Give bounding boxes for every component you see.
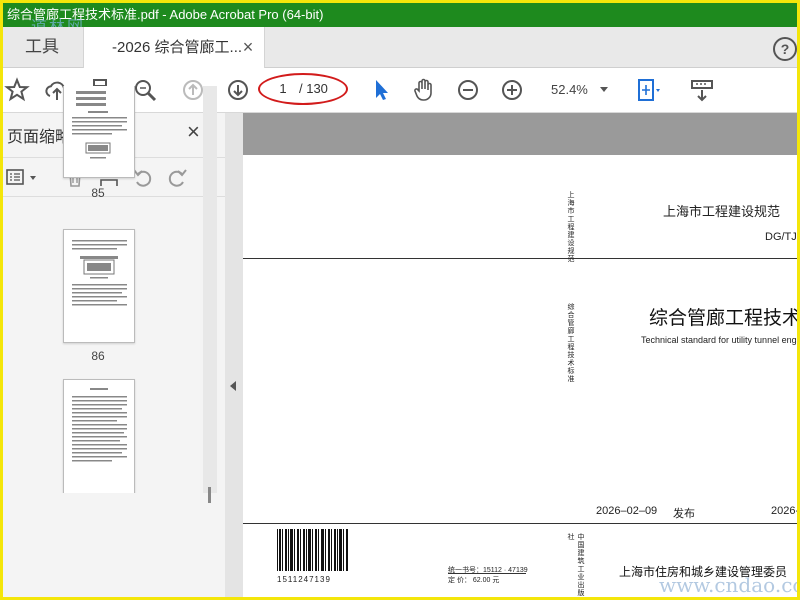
spine-title: 综合管廊工程技术标准 — [567, 303, 574, 383]
scrollbar-thumb[interactable] — [208, 487, 211, 503]
tab-tools[interactable]: 工具 — [3, 27, 81, 67]
thumbnail-page[interactable] — [63, 229, 135, 343]
zoom-in-icon[interactable] — [498, 76, 526, 104]
page-down-icon[interactable] — [224, 76, 252, 104]
divider — [243, 258, 797, 259]
spine-publisher: 中国建筑工业出版社 — [567, 533, 584, 597]
tab-bar: 工具 -2026 综合管廊工... × ? — [3, 27, 797, 68]
hand-tool-icon[interactable] — [410, 76, 438, 104]
page-total: / 130 — [299, 81, 328, 96]
chevron-down-icon[interactable] — [600, 87, 608, 92]
thumbnail-content — [72, 240, 127, 306]
thumbnail-list: 85 86 — [3, 86, 203, 493]
tab-document[interactable]: -2026 综合管廊工... × — [83, 27, 265, 68]
thumbnail-page-number: 85 — [91, 186, 105, 200]
read-mode-icon[interactable] — [688, 76, 716, 104]
document-title-en: Technical standard for utility tunnel en… — [641, 335, 799, 345]
publish-label: 发布 — [673, 508, 695, 520]
thumbnail-page[interactable] — [63, 86, 135, 178]
standard-series: 上海市工程建设规范 — [663, 204, 781, 219]
thumbnail-scrollbar[interactable] — [203, 86, 217, 493]
barcode-number: 1511247139 — [277, 575, 331, 584]
thumbnail-page[interactable] — [63, 379, 135, 493]
page-gap-area — [243, 113, 797, 155]
document-title-cn: 综合管廊工程技术标 — [649, 307, 800, 329]
implement-date: 2026- — [771, 505, 800, 517]
spine-series: 上海市工程建设规范 — [567, 191, 574, 263]
zoom-value: 52.4% — [551, 82, 588, 97]
thumbnail-content — [72, 388, 127, 462]
fit-page-icon[interactable] — [633, 76, 661, 104]
document-view[interactable]: 上海市工程建设规范 综合管廊工程技术标准 中国建筑工业出版社 上海市工程建设规范… — [243, 113, 800, 597]
screenshot-frame: 综合管廊工程技术标准.pdf - Adobe Acrobat Pro (64-b… — [0, 0, 800, 600]
window-titlebar: 综合管廊工程技术标准.pdf - Adobe Acrobat Pro (64-b… — [3, 3, 797, 27]
publish-date: 2026–02–09 — [596, 505, 658, 517]
divider — [448, 573, 526, 574]
divider — [243, 523, 797, 524]
standard-code: DG/TJ0 — [765, 231, 800, 243]
price: 定 价： 62.00 元 — [448, 577, 500, 584]
page-number-input[interactable]: 1 — [271, 81, 295, 96]
panel-collapse-strip[interactable] — [225, 113, 243, 597]
watermark-bottom-right: www.cndao.com — [659, 573, 797, 597]
thumbnail-content — [72, 91, 127, 159]
tab-document-label: -2026 综合管廊工... — [112, 39, 243, 56]
zoom-out-icon[interactable] — [454, 76, 482, 104]
thumbnail-page-number: 86 — [91, 349, 105, 363]
collapse-left-icon[interactable] — [230, 381, 236, 391]
help-icon[interactable]: ? — [773, 37, 797, 61]
barcode — [277, 529, 348, 571]
tab-close-icon[interactable]: × — [238, 37, 258, 57]
select-arrow-icon[interactable] — [367, 76, 395, 104]
